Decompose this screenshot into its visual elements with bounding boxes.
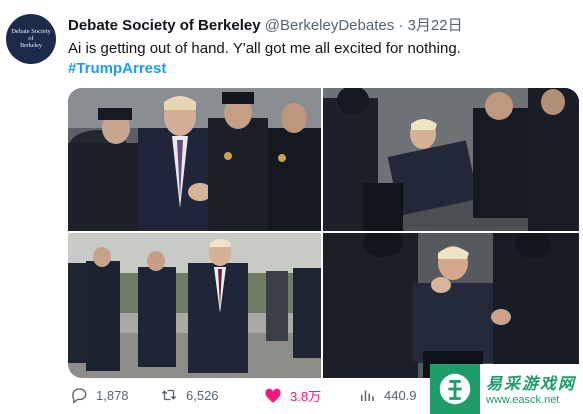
hashtag-link[interactable]: #TrumpArrest bbox=[68, 60, 166, 77]
avatar-text-line: Berkeley bbox=[20, 42, 42, 49]
tweet-header: Debate Society of Berkeley @BerkeleyDeba… bbox=[68, 14, 463, 35]
retweet-button[interactable]: 6,526 bbox=[160, 386, 219, 404]
reply-icon bbox=[72, 388, 87, 404]
avatar-text-line: of bbox=[28, 34, 34, 42]
avatar[interactable]: Debate Society of Berkeley bbox=[6, 14, 56, 64]
like-count: 3.8万 bbox=[290, 389, 322, 404]
like-button[interactable]: 3.8万 bbox=[264, 386, 321, 405]
tweet-text: Ai is getting out of hand. Y'all got me … bbox=[68, 40, 461, 57]
retweet-count: 6,526 bbox=[186, 387, 219, 403]
media-grid bbox=[68, 88, 579, 378]
reply-button[interactable]: 1,878 bbox=[70, 386, 129, 404]
watermark-logo-icon bbox=[430, 364, 480, 414]
views-button[interactable]: 440.9 bbox=[358, 386, 417, 404]
watermark-chinese: 易采游戏网 bbox=[486, 376, 577, 393]
media-image[interactable] bbox=[68, 88, 321, 231]
separator: · bbox=[398, 17, 404, 34]
retweet-icon bbox=[161, 389, 177, 401]
reply-count: 1,878 bbox=[96, 387, 129, 403]
tweet[interactable]: Debate Society of Berkeley Debate Societ… bbox=[0, 0, 583, 414]
watermark-url: www.easck.net bbox=[486, 394, 560, 406]
heart-icon bbox=[265, 388, 281, 403]
media-image[interactable] bbox=[323, 88, 579, 231]
views-icon bbox=[361, 390, 374, 401]
display-name[interactable]: Debate Society of Berkeley bbox=[68, 17, 261, 34]
media-image[interactable] bbox=[323, 233, 579, 378]
timestamp[interactable]: 3月22日 bbox=[408, 17, 463, 34]
media-image[interactable] bbox=[68, 233, 321, 378]
views-count: 440.9 bbox=[384, 387, 417, 403]
watermark: 易采游戏网 www.easck.net bbox=[430, 364, 583, 414]
handle[interactable]: @BerkeleyDebates bbox=[265, 17, 394, 34]
